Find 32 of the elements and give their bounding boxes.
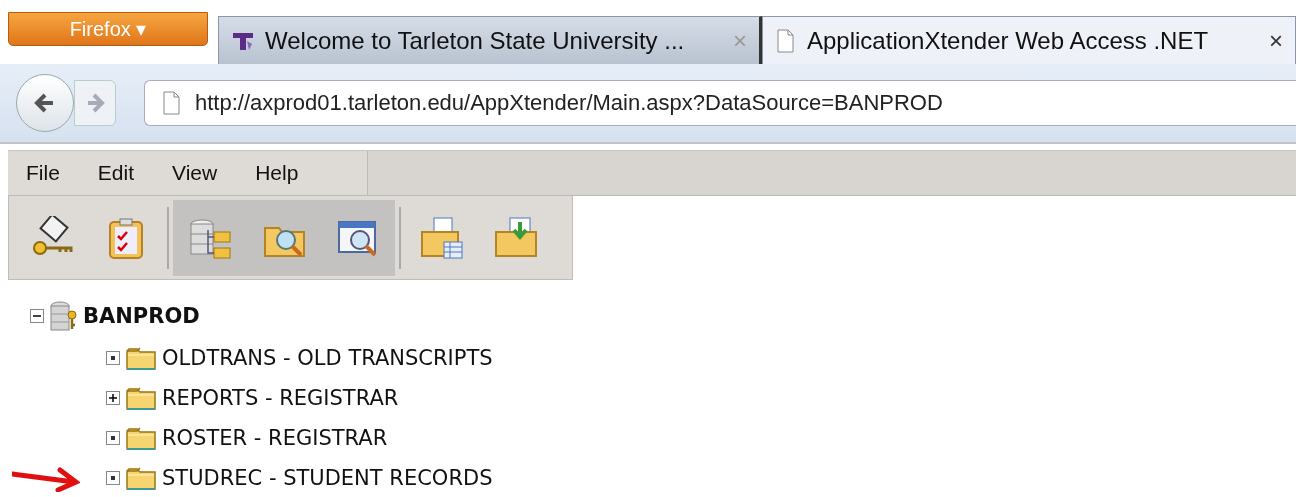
folder-icon (420, 215, 464, 260)
tree-node-label[interactable]: BANPROD (83, 304, 200, 328)
database-icon (50, 301, 77, 331)
browser-tab[interactable]: ApplicationXtender Web Access .NET × (762, 16, 1296, 64)
tree-node-label[interactable]: ROSTER - REGISTRAR (162, 426, 388, 450)
expand-icon[interactable] (106, 391, 120, 405)
node-box-icon[interactable] (106, 471, 120, 485)
folder-icon (126, 465, 156, 491)
folder-icon (494, 215, 538, 260)
page-icon (161, 91, 183, 115)
tab-title: ApplicationXtender Web Access .NET (807, 26, 1209, 55)
folder-icon (126, 425, 156, 451)
node-box-icon[interactable] (106, 431, 120, 445)
toolbar-button[interactable] (321, 199, 395, 276)
tab-title: Welcome to Tarleton State University ... (265, 26, 685, 55)
tree-node-label[interactable]: OLDTRANS - OLD TRANSCRIPTS (162, 346, 493, 370)
menu-item[interactable]: File (26, 161, 60, 185)
menu-item[interactable]: Help (255, 161, 299, 185)
url-text: http://axprod01.tarleton.edu/AppXtender/Main.aspx?DataSource=BANPROD (195, 90, 943, 116)
page-icon (775, 28, 797, 53)
browser-tab[interactable]: Welcome to Tarleton State University ... × (218, 16, 762, 64)
folder-icon (126, 385, 156, 411)
collapse-icon[interactable] (30, 309, 44, 323)
folder-icon (126, 345, 156, 371)
menu-item[interactable]: View (172, 161, 218, 185)
address-bar[interactable]: http://axprod01.tarleton.edu/AppXtender/Main.aspx?DataSource=BANPROD (144, 80, 1296, 126)
close-icon[interactable]: × (1269, 26, 1283, 55)
node-box-icon[interactable] (106, 351, 120, 365)
tree-node-label[interactable]: STUDREC - STUDENT RECORDS (162, 466, 493, 490)
forward-arrow-icon (85, 91, 105, 115)
tree-node-label[interactable]: REPORTS - REGISTRAR (162, 386, 399, 410)
menu-item[interactable]: Edit (97, 161, 135, 185)
